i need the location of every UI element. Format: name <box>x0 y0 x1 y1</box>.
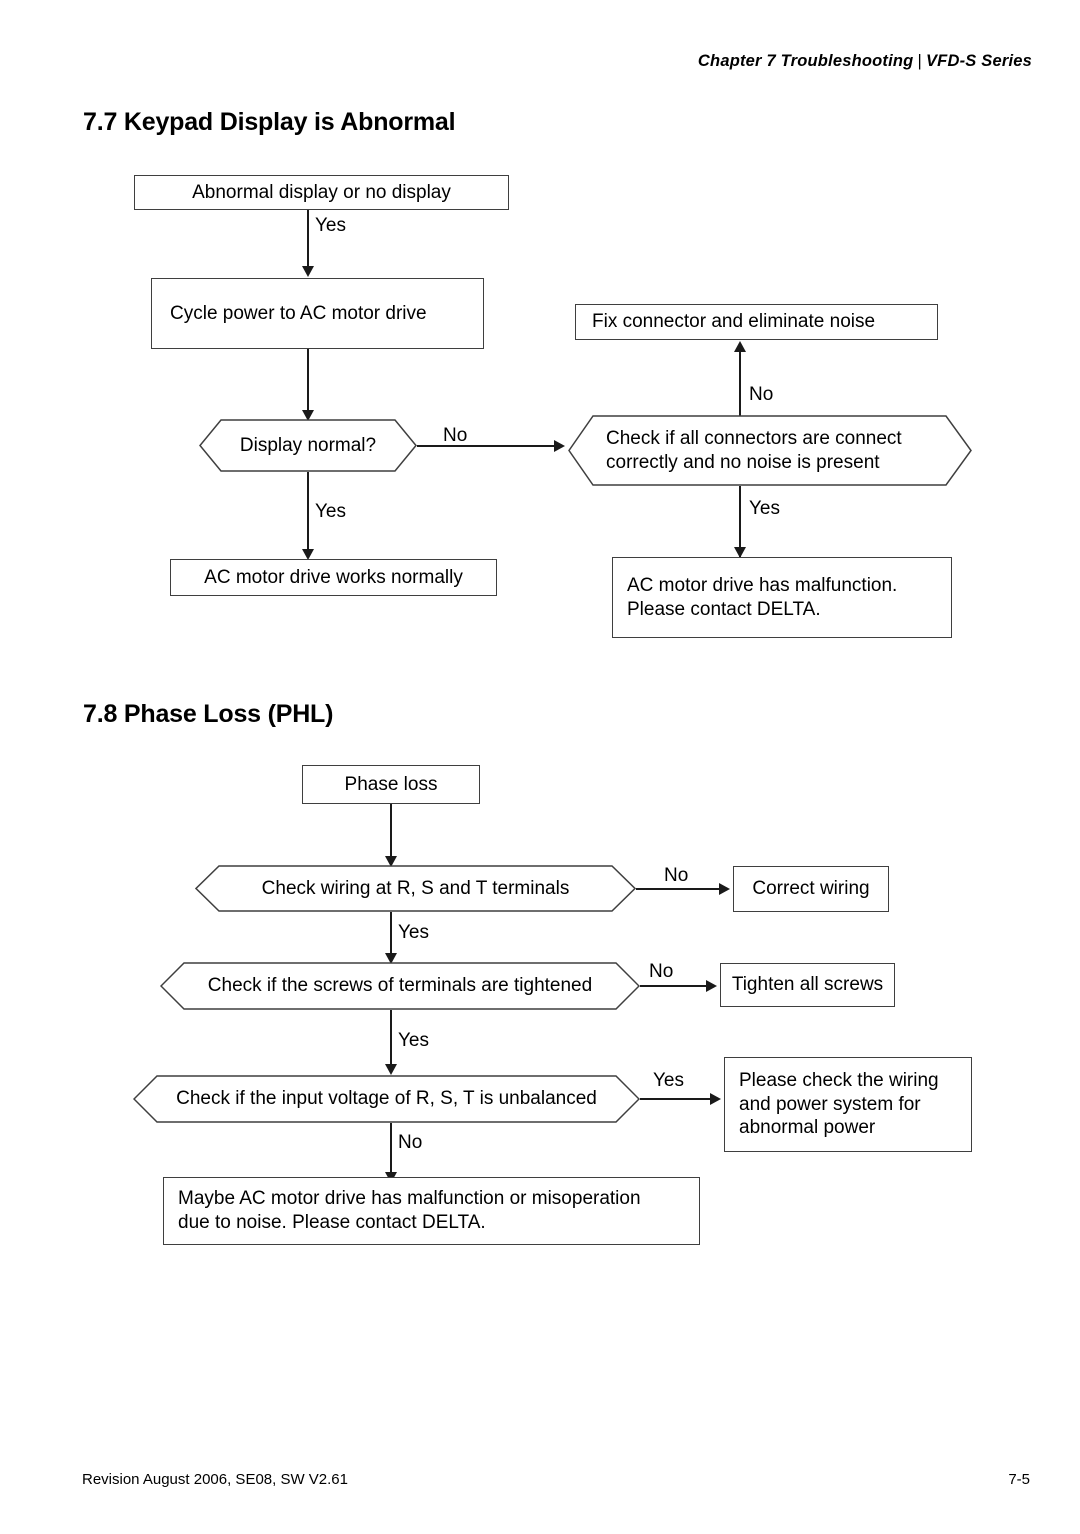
node-display-normal: Display normal? <box>199 419 417 472</box>
edge-label-start-yes: Yes <box>315 215 346 236</box>
arrowhead-start-to-cycle <box>302 266 314 277</box>
edge-label-wiring-no: No <box>664 865 689 886</box>
connector-voltage-yes <box>640 1098 716 1100</box>
section-heading-7-8: 7.8 Phase Loss (PHL) <box>83 700 334 728</box>
document-page: Chapter 7 Troubleshooting | VFD-S Series 7… <box>0 0 1080 1534</box>
connector-connectors-no <box>739 350 741 418</box>
node-check-connectors: Check if all connectors are connect corr… <box>568 415 972 486</box>
section-heading-7-7: 7.7 Keypad Display is Abnormal <box>83 108 456 136</box>
connector-phaseloss-to-wiring <box>390 804 392 857</box>
node-check-screws-label: Check if the screws of terminals are tig… <box>207 975 593 997</box>
edge-label-display-yes: Yes <box>315 501 346 522</box>
node-cycle-power: Cycle power to AC motor drive <box>151 278 484 349</box>
connector-wiring-no <box>636 888 725 890</box>
footer-page-number: 7-5 <box>1008 1471 1030 1488</box>
node-check-connectors-label: Check if all connectors are connect corr… <box>606 428 902 473</box>
node-phase-loss: Phase loss <box>302 765 480 804</box>
arrowhead-screws-yes <box>385 1064 397 1075</box>
connector-display-no <box>417 445 560 447</box>
footer-revision: Revision August 2006, SE08, SW V2.61 <box>82 1471 348 1488</box>
header-separator: | <box>917 52 922 70</box>
edge-label-screws-no: No <box>649 961 674 982</box>
connector-wiring-yes <box>390 912 392 955</box>
node-check-voltage-label: Check if the input voltage of R, S, T is… <box>176 1088 597 1110</box>
node-maybe-malfunction: Maybe AC motor drive has malfunction or … <box>163 1177 700 1245</box>
edge-label-voltage-yes: Yes <box>653 1070 684 1091</box>
node-check-power-system: Please check the wiring and power system… <box>724 1057 972 1152</box>
edge-label-connectors-no: No <box>749 384 774 405</box>
node-check-wiring: Check wiring at R, S and T terminals <box>195 865 636 912</box>
node-works-normally: AC motor drive works normally <box>170 559 497 596</box>
node-check-wiring-label: Check wiring at R, S and T terminals <box>261 877 570 899</box>
arrowhead-display-no <box>554 440 565 452</box>
edge-label-wiring-yes: Yes <box>398 922 429 943</box>
node-correct-wiring: Correct wiring <box>733 866 889 912</box>
node-malfunction-contact-delta: AC motor drive has malfunction. Please c… <box>612 557 952 638</box>
connector-screws-yes <box>390 1010 392 1066</box>
edge-label-voltage-no: No <box>398 1132 423 1153</box>
header-chapter: Chapter 7 Troubleshooting <box>697 52 914 70</box>
connector-start-to-cycle <box>307 210 309 267</box>
connector-display-yes <box>307 472 309 551</box>
arrowhead-connectors-no <box>734 341 746 352</box>
node-tighten-screws: Tighten all screws <box>720 963 895 1007</box>
edge-label-screws-yes: Yes <box>398 1030 429 1051</box>
node-display-normal-label: Display normal? <box>239 434 377 456</box>
header-series: VFD-S Series <box>925 52 1032 70</box>
node-check-screws: Check if the screws of terminals are tig… <box>160 962 640 1010</box>
node-fix-connector: Fix connector and eliminate noise <box>575 304 938 340</box>
edge-label-connectors-yes: Yes <box>749 498 780 519</box>
node-check-voltage: Check if the input voltage of R, S, T is… <box>133 1075 640 1123</box>
arrowhead-wiring-no <box>719 883 730 895</box>
connector-voltage-no <box>390 1123 392 1175</box>
connector-cycle-to-display <box>307 349 309 411</box>
node-abnormal-display: Abnormal display or no display <box>134 175 509 210</box>
arrowhead-voltage-yes <box>710 1093 721 1105</box>
running-header: Chapter 7 Troubleshooting | VFD-S Series <box>698 52 1032 71</box>
connector-screws-no <box>640 985 712 987</box>
arrowhead-screws-no <box>706 980 717 992</box>
edge-label-display-no: No <box>443 425 468 446</box>
